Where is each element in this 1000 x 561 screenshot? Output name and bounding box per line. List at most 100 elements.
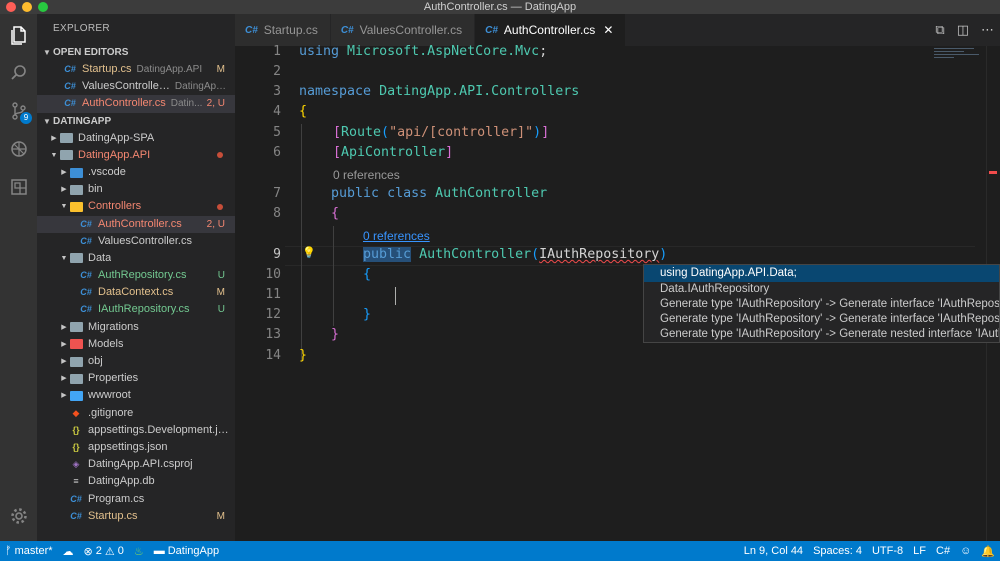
tree-file[interactable]: C# AuthRepository.cs U: [37, 267, 235, 284]
editor-tabs: C# Startup.cs C# ValuesController.cs C# …: [235, 14, 1000, 46]
line-ending[interactable]: LF: [913, 545, 926, 557]
settings-gear-icon[interactable]: [0, 497, 37, 535]
tab-auth-controller[interactable]: C# AuthController.cs ✕: [475, 14, 627, 46]
quick-fix-item[interactable]: Generate type 'IAuthRepository' -> Gener…: [644, 327, 999, 342]
notifications-bell-icon[interactable]: 🔔: [981, 545, 995, 558]
encoding[interactable]: UTF-8: [872, 545, 903, 557]
csharp-file-icon: C#: [340, 24, 354, 36]
source-control-icon[interactable]: 9: [0, 92, 37, 130]
explorer-icon[interactable]: [0, 16, 37, 54]
indentation[interactable]: Spaces: 4: [813, 545, 862, 557]
open-editors-section[interactable]: ▼ OPEN EDITORS: [37, 44, 235, 61]
tree-folder[interactable]: ▶ .vscode: [37, 164, 235, 181]
extensions-icon[interactable]: [0, 168, 37, 206]
minimize-window-button[interactable]: [22, 2, 32, 12]
open-editor-item[interactable]: C# ValuesController.cs DatingApp....: [37, 78, 235, 95]
tree-file[interactable]: C# DataContext.cs M: [37, 284, 235, 301]
open-changes-icon[interactable]: ⧉: [935, 22, 944, 38]
search-icon[interactable]: [0, 54, 37, 92]
feedback-icon[interactable]: ☺: [960, 545, 971, 557]
tab-values-controller[interactable]: C# ValuesController.cs: [330, 14, 476, 46]
language-mode[interactable]: C#: [936, 545, 950, 557]
code-line-7: public class AuthController: [331, 186, 548, 201]
error-dot-icon: [217, 152, 223, 159]
close-window-button[interactable]: [6, 2, 16, 12]
tree-folder[interactable]: ▶ Models: [37, 336, 235, 353]
line-number: 3: [273, 84, 281, 99]
workspace-section[interactable]: ▼ DATINGAPP: [37, 113, 235, 130]
chevron-right-icon: ▶: [61, 392, 67, 400]
more-actions-icon[interactable]: ⋯: [981, 22, 994, 38]
status-bar: ᚠ master* ☁ ⊗ 2 ⚠ 0 ♨ ▬ DatingApp Ln 9, …: [0, 541, 1000, 561]
folder-open-icon: [69, 253, 83, 264]
quick-fix-item[interactable]: using DatingApp.API.Data;: [644, 265, 999, 282]
close-tab-icon[interactable]: ✕: [603, 23, 613, 37]
sync-button[interactable]: ☁: [63, 545, 74, 558]
csharp-file-icon: C#: [485, 24, 498, 36]
tree-folder[interactable]: ▼ DatingApp.API: [37, 147, 235, 164]
tree-file[interactable]: {} appsettings.Development.js...: [37, 422, 235, 439]
flame-icon[interactable]: ♨: [134, 545, 144, 558]
csharp-file-icon: C#: [80, 304, 92, 315]
tree-file[interactable]: C# ValuesController.cs: [37, 233, 235, 250]
explorer-header: EXPLORER: [53, 23, 110, 34]
line-number: 13: [265, 327, 281, 342]
tree-folder[interactable]: ▶ Properties: [37, 370, 235, 387]
folder-open-icon: [59, 150, 73, 161]
tree-folder[interactable]: ▼ Data: [37, 250, 235, 267]
line-number: 5: [273, 125, 281, 140]
quick-fix-menu: using DatingApp.API.Data; Data.IAuthRepo…: [643, 264, 1000, 343]
open-editor-item[interactable]: C# AuthController.cs Datin... 2, U: [37, 95, 235, 113]
code-line-1: using Microsoft.AspNetCore.Mvc;: [299, 44, 548, 59]
tree-file[interactable]: C# IAuthRepository.cs U: [37, 301, 235, 318]
indent-guide: [301, 124, 302, 362]
tree-file[interactable]: C# Startup.cs M: [37, 508, 235, 525]
code-line-10: {: [363, 267, 372, 282]
tree-file[interactable]: ◆ .gitignore: [37, 405, 235, 422]
open-editor-item[interactable]: C# Startup.cs DatingApp.API M: [37, 61, 235, 78]
window-title: AuthController.cs — DatingApp: [423, 1, 577, 13]
branch-indicator[interactable]: ᚠ master*: [5, 545, 53, 557]
project-indicator[interactable]: ▬ DatingApp: [154, 545, 219, 557]
csharp-file-icon: C#: [80, 235, 92, 246]
maximize-window-button[interactable]: [38, 2, 48, 12]
chevron-right-icon: ▶: [61, 358, 67, 365]
line-number: 9: [273, 247, 281, 262]
csharp-file-icon: C#: [80, 270, 92, 281]
tab-startup[interactable]: C# Startup.cs: [235, 14, 331, 46]
activity-bar: 9: [0, 14, 37, 541]
tree-folder[interactable]: ▼ Controllers: [37, 198, 235, 215]
tree-folder[interactable]: ▶ bin: [37, 181, 235, 198]
tree-file[interactable]: {} appsettings.json: [37, 439, 235, 456]
codelens-references-link[interactable]: 0 references: [363, 229, 430, 243]
line-number: 6: [273, 145, 281, 160]
explorer-sidebar: EXPLORER ▼ OPEN EDITORS C# Startup.cs Da…: [37, 14, 235, 541]
quick-fix-item[interactable]: Generate type 'IAuthRepository' -> Gener…: [644, 312, 999, 327]
codelens-references[interactable]: 0 references: [333, 168, 400, 182]
warning-icon: ⚠: [104, 545, 115, 558]
lightbulb-icon[interactable]: 💡: [302, 246, 316, 259]
cursor-position[interactable]: Ln 9, Col 44: [744, 545, 803, 557]
split-editor-icon[interactable]: ◫: [957, 22, 969, 38]
tree-file[interactable]: C# AuthController.cs 2, U: [37, 215, 235, 233]
line-number: 10: [265, 267, 281, 282]
tree-folder[interactable]: ▶ Migrations: [37, 319, 235, 336]
debug-icon[interactable]: [0, 130, 37, 168]
code-line-6: [ApiController]: [333, 145, 454, 160]
folder-icon: [59, 133, 73, 144]
tree-folder[interactable]: ▶ wwwroot: [37, 387, 235, 404]
minimap[interactable]: [934, 48, 984, 68]
tree-file[interactable]: C# Program.cs: [37, 491, 235, 508]
quick-fix-item[interactable]: Data.IAuthRepository: [644, 282, 999, 297]
text-cursor: [395, 287, 396, 305]
line-number: 7: [273, 186, 281, 201]
tree-file[interactable]: ◈ DatingApp.API.csproj: [37, 456, 235, 473]
quick-fix-item[interactable]: Generate type 'IAuthRepository' -> Gener…: [644, 297, 999, 312]
folder-icon: [69, 184, 83, 195]
tree-folder[interactable]: ▶ DatingApp-SPA: [37, 130, 235, 147]
line-number: 2: [273, 64, 281, 79]
problems-indicator[interactable]: ⊗ 2 ⚠ 0: [84, 545, 124, 558]
tree-file[interactable]: ≡ DatingApp.db: [37, 473, 235, 490]
models-folder-icon: [69, 339, 83, 350]
tree-folder[interactable]: ▶ obj: [37, 353, 235, 370]
